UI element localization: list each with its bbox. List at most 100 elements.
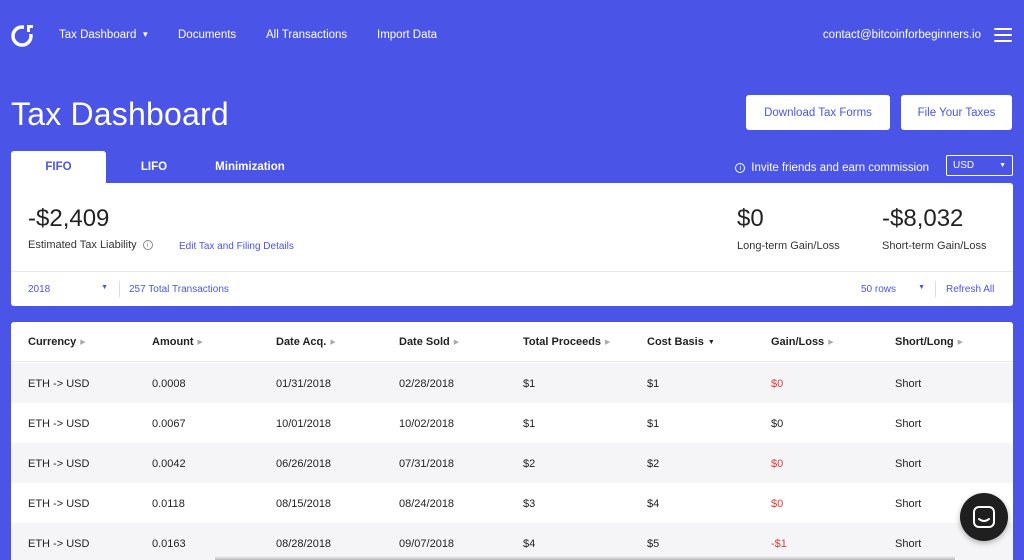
column-label: Total Proceeds xyxy=(523,336,602,348)
info-icon: i xyxy=(735,163,746,173)
column-label: Currency xyxy=(28,336,77,348)
cell-gain-loss: $0 xyxy=(771,418,784,430)
divider xyxy=(935,281,936,297)
cell-cost-basis: $1 xyxy=(647,418,660,430)
transactions-table: Currency ▶ Amount ▶ Date Acq. ▶ Date Sold ▶ … xyxy=(11,322,1013,560)
cell-total-proceeds: $4 xyxy=(523,538,536,550)
logo-icon[interactable] xyxy=(10,22,36,48)
column-label: Short/Long xyxy=(895,336,954,348)
column-label: Date Sold xyxy=(399,336,450,348)
column-header-short-long[interactable]: Short/Long ▶ xyxy=(895,336,963,348)
nav-documents[interactable]: Documents xyxy=(178,29,236,41)
chevron-down-icon: ▼ xyxy=(918,284,925,291)
long-term-gain-value: $0 xyxy=(737,205,764,232)
tax-liability-label-text: Estimated Tax Liability xyxy=(28,239,137,251)
divider xyxy=(119,281,120,297)
table-row[interactable]: ETH -> USD 0.0008 01/31/2018 02/28/2018 $1 $1… xyxy=(11,363,1013,403)
summary-card: -$2,409 Estimated Tax Liability i Edit T… xyxy=(11,183,1013,306)
sort-icon: ▶ xyxy=(80,339,86,346)
column-header-date-sold[interactable]: Date Sold ▶ xyxy=(399,336,459,348)
column-label: Amount xyxy=(152,336,194,348)
column-header-total-proceeds[interactable]: Total Proceeds ▶ xyxy=(523,336,610,348)
chevron-down-icon: ▼ xyxy=(141,30,150,39)
account-email[interactable]: contact@bitcoinforbeginners.io xyxy=(823,29,981,41)
sort-icon: ▶ xyxy=(197,339,203,346)
column-header-cost-basis[interactable]: Cost Basis ▼ xyxy=(647,336,715,348)
tax-liability-value: -$2,409 xyxy=(28,205,110,232)
cell-cost-basis: $4 xyxy=(647,498,660,510)
cell-amount: 0.0042 xyxy=(152,458,186,470)
cell-total-proceeds: $1 xyxy=(523,378,536,390)
total-transactions-count: 257 Total Transactions xyxy=(129,284,229,295)
currency-selected: USD xyxy=(953,160,975,171)
chat-widget-button[interactable] xyxy=(960,493,1008,541)
cell-date-acq: 01/31/2018 xyxy=(276,378,332,390)
download-tax-forms-button[interactable]: Download Tax Forms xyxy=(746,95,890,130)
column-header-date-acq[interactable]: Date Acq. ▶ xyxy=(276,336,336,348)
column-header-amount[interactable]: Amount ▶ xyxy=(152,336,203,348)
cell-cost-basis: $1 xyxy=(647,378,660,390)
refresh-all-button[interactable]: Refresh All xyxy=(946,284,994,295)
cell-gain-loss: $0 xyxy=(771,378,784,390)
cell-date-acq: 08/28/2018 xyxy=(276,538,332,550)
cell-total-proceeds: $1 xyxy=(523,418,536,430)
rows-per-page-select[interactable]: 50 rows ▼ xyxy=(861,284,925,295)
column-header-currency[interactable]: Currency ▶ xyxy=(28,336,86,348)
nav-tax-dashboard[interactable]: Tax Dashboard ▼ xyxy=(59,29,149,41)
table-row[interactable]: ETH -> USD 0.0042 06/26/2018 07/31/2018 $2 $2… xyxy=(11,443,1013,483)
column-header-gain-loss[interactable]: Gain/Loss ▶ xyxy=(771,336,834,348)
invite-friends-link[interactable]: i Invite friends and earn commission xyxy=(735,162,929,174)
table-row[interactable]: ETH -> USD 0.0067 10/01/2018 10/02/2018 $1 $1… xyxy=(11,403,1013,443)
edit-tax-details-link[interactable]: Edit Tax and Filing Details xyxy=(179,241,294,252)
sort-icon: ▶ xyxy=(453,339,460,346)
currency-select[interactable]: USD ▼ xyxy=(946,155,1013,176)
tax-liability-label: Estimated Tax Liability i xyxy=(28,239,153,251)
cell-gain-loss: -$1 xyxy=(771,538,787,550)
cell-gain-loss: $0 xyxy=(771,458,784,470)
cell-cost-basis: $2 xyxy=(647,458,660,470)
chevron-down-icon: ▼ xyxy=(999,162,1006,169)
sort-desc-icon: ▼ xyxy=(707,339,715,346)
cell-gain-loss: $0 xyxy=(771,498,784,510)
cell-short-long: Short xyxy=(895,378,922,390)
top-nav: Tax Dashboard ▼ Documents All Transaction… xyxy=(0,0,1024,72)
sort-icon: ▶ xyxy=(330,339,336,346)
table-header: Currency ▶ Amount ▶ Date Acq. ▶ Date Sold ▶ … xyxy=(11,322,1013,362)
cell-date-acq: 06/26/2018 xyxy=(276,458,332,470)
cell-date-sold: 02/28/2018 xyxy=(399,378,455,390)
page-title: Tax Dashboard xyxy=(11,96,229,132)
nav-import-data[interactable]: Import Data xyxy=(377,29,437,41)
hamburger-menu-icon[interactable] xyxy=(994,28,1012,42)
short-term-gain-value: -$8,032 xyxy=(882,205,964,232)
chevron-down-icon: ▼ xyxy=(101,284,108,291)
nav-tax-dashboard-label: Tax Dashboard xyxy=(59,29,137,41)
cell-total-proceeds: $3 xyxy=(523,498,536,510)
nav-all-transactions[interactable]: All Transactions xyxy=(266,29,347,41)
divider xyxy=(11,271,1013,272)
cell-currency: ETH -> USD xyxy=(28,538,90,550)
tab-minimization[interactable]: Minimization xyxy=(205,151,295,183)
cell-date-sold: 07/31/2018 xyxy=(399,458,455,470)
column-label: Gain/Loss xyxy=(771,336,825,348)
cell-date-acq: 10/01/2018 xyxy=(276,418,332,430)
tab-fifo[interactable]: FIFO xyxy=(11,151,106,183)
cell-date-acq: 08/15/2018 xyxy=(276,498,332,510)
cell-short-long: Short xyxy=(895,418,922,430)
scroll-shadow xyxy=(215,556,955,560)
rows-selected: 50 rows xyxy=(861,284,897,295)
table-row[interactable]: ETH -> USD 0.0118 08/15/2018 08/24/2018 $3 $4… xyxy=(11,483,1013,523)
table-row[interactable]: ETH -> USD 0.0163 08/28/2018 09/07/2018 $4 $5… xyxy=(11,523,1013,560)
sort-icon: ▶ xyxy=(605,339,611,346)
long-term-gain-label: Long-term Gain/Loss xyxy=(737,240,840,252)
cell-currency: ETH -> USD xyxy=(28,498,90,510)
sort-icon: ▶ xyxy=(957,339,964,346)
tab-lifo[interactable]: LIFO xyxy=(120,151,188,183)
cell-currency: ETH -> USD xyxy=(28,458,90,470)
info-icon[interactable]: i xyxy=(142,240,153,250)
year-select[interactable]: 2018 ▼ xyxy=(28,284,108,295)
cell-currency: ETH -> USD xyxy=(28,378,90,390)
cell-date-sold: 09/07/2018 xyxy=(399,538,455,550)
cell-amount: 0.0067 xyxy=(152,418,186,430)
cell-currency: ETH -> USD xyxy=(28,418,90,430)
file-your-taxes-button[interactable]: File Your Taxes xyxy=(901,95,1012,130)
